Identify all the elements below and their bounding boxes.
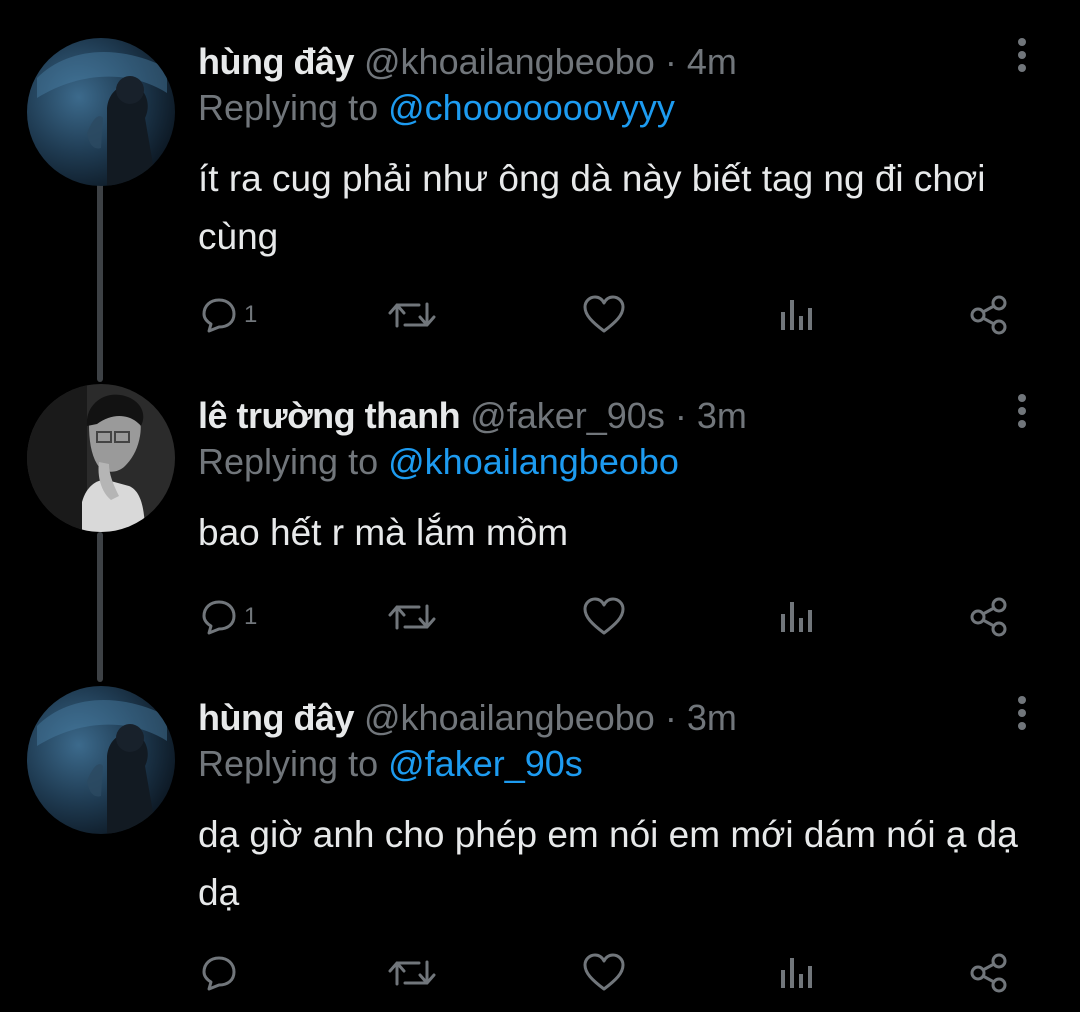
retweet-button[interactable] [385, 592, 439, 642]
display-name[interactable]: hùng đây [198, 41, 355, 82]
like-button[interactable] [582, 592, 626, 642]
mention-link[interactable]: @faker_90s [388, 743, 583, 784]
replying-prefix: Replying to [198, 441, 379, 482]
reply-count: 1 [244, 603, 258, 630]
views-button[interactable] [778, 948, 816, 998]
separator-dot: · [674, 395, 687, 436]
like-button[interactable] [582, 948, 626, 998]
retweet-button[interactable] [385, 948, 439, 998]
share-nodes-icon [970, 953, 1007, 993]
retweet-button[interactable] [385, 290, 439, 340]
reply-count: 1 [244, 301, 258, 328]
tweet-header: hùng đây @khoailangbeobo · 4m [198, 40, 737, 84]
mention-link[interactable]: @khoailangbeobo [388, 441, 679, 482]
retweet-arrows-icon [388, 604, 436, 630]
replying-to: Replying to @faker_90s [198, 742, 583, 786]
tweet-text: dạ giờ anh cho phép em nói em mới dám nó… [198, 814, 1018, 913]
speech-bubble-icon [202, 600, 236, 635]
speech-bubble-icon [202, 298, 236, 333]
replying-to: Replying to @khoailangbeobo [198, 440, 679, 484]
heart-icon [583, 953, 625, 991]
display-name[interactable]: lê trường thanh [198, 395, 461, 436]
bar-chart-icon [781, 958, 812, 988]
replying-prefix: Replying to [198, 87, 379, 128]
user-handle[interactable]: @khoailangbeobo [364, 697, 655, 738]
mention-link[interactable]: @chooooooovyyy [388, 87, 675, 128]
timestamp[interactable]: 3m [687, 697, 737, 738]
tweet-text: ít ra cug phải như ông dà này biết tag n… [198, 158, 986, 257]
bar-chart-icon [781, 602, 812, 632]
bar-chart-icon [781, 300, 812, 330]
views-button[interactable] [778, 592, 816, 642]
share-nodes-icon [970, 295, 1007, 335]
more-options-icon[interactable] [1012, 38, 1032, 78]
reply-button[interactable] [200, 948, 244, 998]
avatar[interactable] [27, 384, 175, 532]
speech-bubble-icon [202, 956, 236, 991]
user-handle[interactable]: @faker_90s [470, 395, 665, 436]
reply-button[interactable]: 1 [200, 592, 257, 642]
separator-dot: · [664, 697, 677, 738]
reply-button[interactable]: 1 [200, 290, 257, 340]
tweet[interactable]: hùng đây @khoailangbeobo · 3m Replying t… [0, 686, 1080, 1006]
user-handle[interactable]: @khoailangbeobo [364, 41, 655, 82]
share-button[interactable] [968, 290, 1010, 340]
tweet-header: hùng đây @khoailangbeobo · 3m [198, 696, 737, 740]
tweet-header: lê trường thanh @faker_90s · 3m [198, 394, 747, 438]
replying-prefix: Replying to [198, 743, 379, 784]
action-bar [0, 948, 1080, 998]
avatar[interactable] [27, 38, 175, 186]
more-options-icon[interactable] [1012, 696, 1032, 736]
avatar[interactable] [27, 686, 175, 834]
timestamp[interactable]: 3m [697, 395, 747, 436]
tweet-text: bao hết r mà lắm mồm [198, 512, 569, 553]
share-button[interactable] [968, 948, 1010, 998]
replying-to: Replying to @chooooooovyyy [198, 86, 675, 130]
tweet[interactable]: lê trường thanh @faker_90s · 3m Replying… [0, 384, 1080, 664]
retweet-arrows-icon [388, 960, 436, 986]
heart-icon [583, 295, 625, 333]
like-button[interactable] [582, 290, 626, 340]
tweet[interactable]: hùng đây @khoailangbeobo · 4m Replying t… [0, 38, 1080, 338]
action-bar: 1 [0, 290, 1080, 340]
retweet-arrows-icon [388, 302, 436, 328]
share-button[interactable] [968, 592, 1010, 642]
timestamp[interactable]: 4m [687, 41, 737, 82]
more-options-icon[interactable] [1012, 394, 1032, 434]
heart-icon [583, 597, 625, 635]
display-name[interactable]: hùng đây [198, 697, 355, 738]
separator-dot: · [664, 41, 677, 82]
share-nodes-icon [970, 597, 1007, 637]
action-bar: 1 [0, 592, 1080, 642]
views-button[interactable] [778, 290, 816, 340]
